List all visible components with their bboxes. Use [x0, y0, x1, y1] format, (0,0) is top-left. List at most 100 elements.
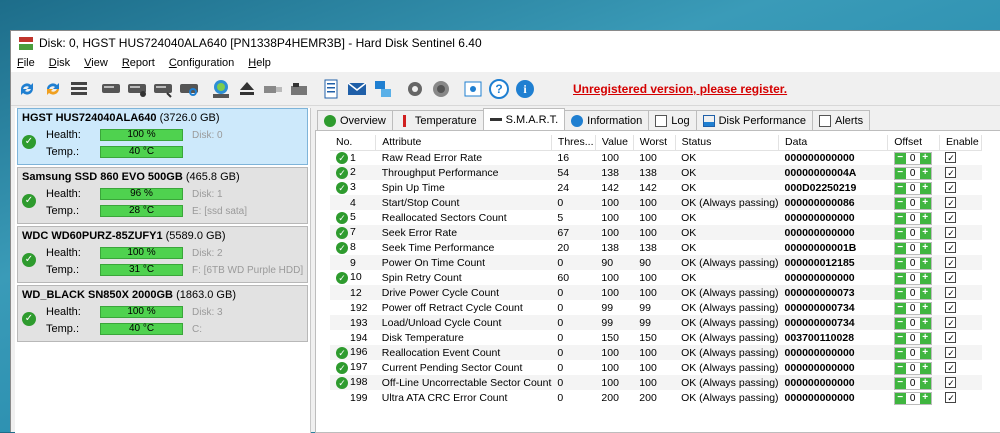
menu-file[interactable]: File — [17, 57, 35, 69]
camera-icon[interactable] — [461, 77, 485, 101]
enable-checkbox[interactable]: ✓ — [945, 316, 957, 328]
tab-smart[interactable]: S.M.A.R.T. — [482, 108, 566, 130]
offset-stepper[interactable]: −0 + — [893, 211, 932, 225]
unregistered-link[interactable]: Unregistered version, please register. — [573, 82, 787, 96]
offset-stepper[interactable]: −0 + — [893, 241, 932, 255]
disk-item-2[interactable]: WDC WD60PURZ-85ZUFY1 (5589.0 GB) ✓ Healt… — [17, 226, 308, 283]
col-attribute[interactable]: Attribute — [375, 135, 552, 151]
plus-icon[interactable]: + — [919, 257, 931, 269]
menu-configuration[interactable]: Configuration — [169, 57, 234, 69]
enable-checkbox[interactable]: ✓ — [945, 196, 957, 208]
enable-checkbox[interactable]: ✓ — [945, 271, 957, 283]
disk-item-0[interactable]: HGST HUS724040ALA640 (3726.0 GB) ✓ Healt… — [17, 108, 308, 165]
offset-stepper[interactable]: −0 + — [893, 181, 932, 195]
col-enable[interactable]: Enable — [939, 135, 983, 151]
table-row[interactable]: ✓ 198 Off-Line Uncorrectable Sector Count 0… — [330, 375, 982, 390]
enable-checkbox[interactable]: ✓ — [945, 376, 957, 388]
minus-icon[interactable]: − — [894, 287, 906, 299]
minus-icon[interactable]: − — [894, 227, 906, 239]
mail-icon[interactable] — [345, 77, 369, 101]
menu-report[interactable]: Report — [122, 57, 155, 69]
report-icon[interactable] — [319, 77, 343, 101]
minus-icon[interactable]: − — [894, 347, 906, 359]
minus-icon[interactable]: − — [894, 197, 906, 209]
minus-icon[interactable]: − — [894, 377, 906, 389]
table-row[interactable]: ✓ 3 Spin Up Time 24 142 142 OK 000D02250219−0 + ✓ — [330, 180, 982, 195]
offset-stepper[interactable]: −0 + — [893, 256, 932, 270]
tab-alerts[interactable]: Alerts — [811, 110, 871, 130]
minus-icon[interactable]: − — [894, 212, 906, 224]
table-row[interactable]: ✓ 8 Seek Time Performance 20 138 138 OK 0000000… — [330, 240, 982, 255]
table-row[interactable]: 193 Load/Unload Cycle Count 0 99 99 OK (Alway… — [330, 315, 982, 330]
minus-icon[interactable]: − — [894, 257, 906, 269]
enable-checkbox[interactable]: ✓ — [945, 301, 957, 313]
enable-checkbox[interactable]: ✓ — [945, 391, 957, 403]
minus-icon[interactable]: − — [894, 317, 906, 329]
disk-search-icon[interactable] — [177, 77, 201, 101]
offset-stepper[interactable]: −0 + — [893, 376, 932, 390]
enable-checkbox[interactable]: ✓ — [945, 166, 957, 178]
enable-checkbox[interactable]: ✓ — [945, 241, 957, 253]
disk-item-1[interactable]: Samsung SSD 860 EVO 500GB (465.8 GB) ✓ H… — [17, 167, 308, 224]
table-row[interactable]: 12 Drive Power Cycle Count 0 100 100 OK (Alwa… — [330, 285, 982, 300]
enable-checkbox[interactable]: ✓ — [945, 346, 957, 358]
offset-stepper[interactable]: −0 + — [893, 391, 932, 405]
plus-icon[interactable]: + — [919, 302, 931, 314]
offset-stepper[interactable]: −0 + — [893, 271, 932, 285]
enable-checkbox[interactable]: ✓ — [945, 256, 957, 268]
disk-list-icon[interactable] — [67, 77, 91, 101]
minus-icon[interactable]: − — [894, 332, 906, 344]
usb-icon[interactable] — [261, 77, 285, 101]
eject-icon[interactable] — [235, 77, 259, 101]
disk-item-3[interactable]: WD_BLACK SN850X 2000GB (1863.0 GB) ✓ Hea… — [17, 285, 308, 342]
plus-icon[interactable]: + — [919, 317, 931, 329]
enable-checkbox[interactable]: ✓ — [945, 151, 957, 163]
plus-icon[interactable]: + — [919, 197, 931, 209]
offset-stepper[interactable]: −0 + — [893, 301, 932, 315]
offset-stepper[interactable]: −0 + — [893, 346, 932, 360]
table-row[interactable]: 199 Ultra ATA CRC Error Count 0 200 200 OK (A… — [330, 390, 982, 405]
menu-disk[interactable]: Disk — [49, 57, 70, 69]
settings-icon[interactable] — [403, 77, 427, 101]
minus-icon[interactable]: − — [894, 392, 906, 404]
enable-checkbox[interactable]: ✓ — [945, 211, 957, 223]
table-row[interactable]: ✓ 1 Raw Read Error Rate 16 100 100 OK 000000000… — [330, 150, 982, 165]
tab-disk-performance[interactable]: Disk Performance — [695, 110, 813, 130]
col-threshold[interactable]: Thres... — [551, 135, 596, 151]
info-icon[interactable]: i — [513, 77, 537, 101]
plus-icon[interactable]: + — [919, 227, 931, 239]
enable-checkbox[interactable]: ✓ — [945, 286, 957, 298]
enable-checkbox[interactable]: ✓ — [945, 226, 957, 238]
menu-help[interactable]: Help — [248, 57, 271, 69]
offset-stepper[interactable]: −0 + — [893, 316, 932, 330]
plus-icon[interactable]: + — [919, 392, 931, 404]
table-row[interactable]: 4 Start/Stop Count 0 100 100 OK (Always passi… — [330, 195, 982, 210]
minus-icon[interactable]: − — [894, 152, 906, 164]
plus-icon[interactable]: + — [919, 152, 931, 164]
plus-icon[interactable]: + — [919, 242, 931, 254]
plus-icon[interactable]: + — [919, 332, 931, 344]
tab-information[interactable]: Information — [564, 110, 650, 130]
minus-icon[interactable]: − — [894, 362, 906, 374]
offset-stepper[interactable]: −0 + — [893, 361, 932, 375]
tab-log[interactable]: Log — [648, 110, 697, 130]
enable-checkbox[interactable]: ✓ — [945, 361, 957, 373]
table-row[interactable]: ✓ 197 Current Pending Sector Count 0 100 100 O… — [330, 360, 982, 375]
col-offset[interactable]: Offset — [887, 135, 940, 151]
disk-info-icon[interactable] — [209, 77, 233, 101]
table-row[interactable]: ✓ 5 Reallocated Sectors Count 5 100 100 OK 0000… — [330, 210, 982, 225]
minus-icon[interactable]: − — [894, 302, 906, 314]
plus-icon[interactable]: + — [919, 347, 931, 359]
refresh-alert-icon[interactable] — [41, 77, 65, 101]
tab-overview[interactable]: Overview — [317, 110, 393, 130]
minus-icon[interactable]: − — [894, 272, 906, 284]
col-data[interactable]: Data — [778, 135, 889, 151]
plus-icon[interactable]: + — [919, 182, 931, 194]
drive-icon[interactable] — [287, 77, 311, 101]
offset-stepper[interactable]: −0 + — [893, 331, 932, 345]
table-row[interactable]: 192 Power off Retract Cycle Count 0 99 99 OK … — [330, 300, 982, 315]
plus-icon[interactable]: + — [919, 167, 931, 179]
sound-icon[interactable] — [429, 77, 453, 101]
table-row[interactable]: ✓ 10 Spin Retry Count 60 100 100 OK 00000000000… — [330, 270, 982, 285]
col-worst[interactable]: Worst — [633, 135, 676, 151]
